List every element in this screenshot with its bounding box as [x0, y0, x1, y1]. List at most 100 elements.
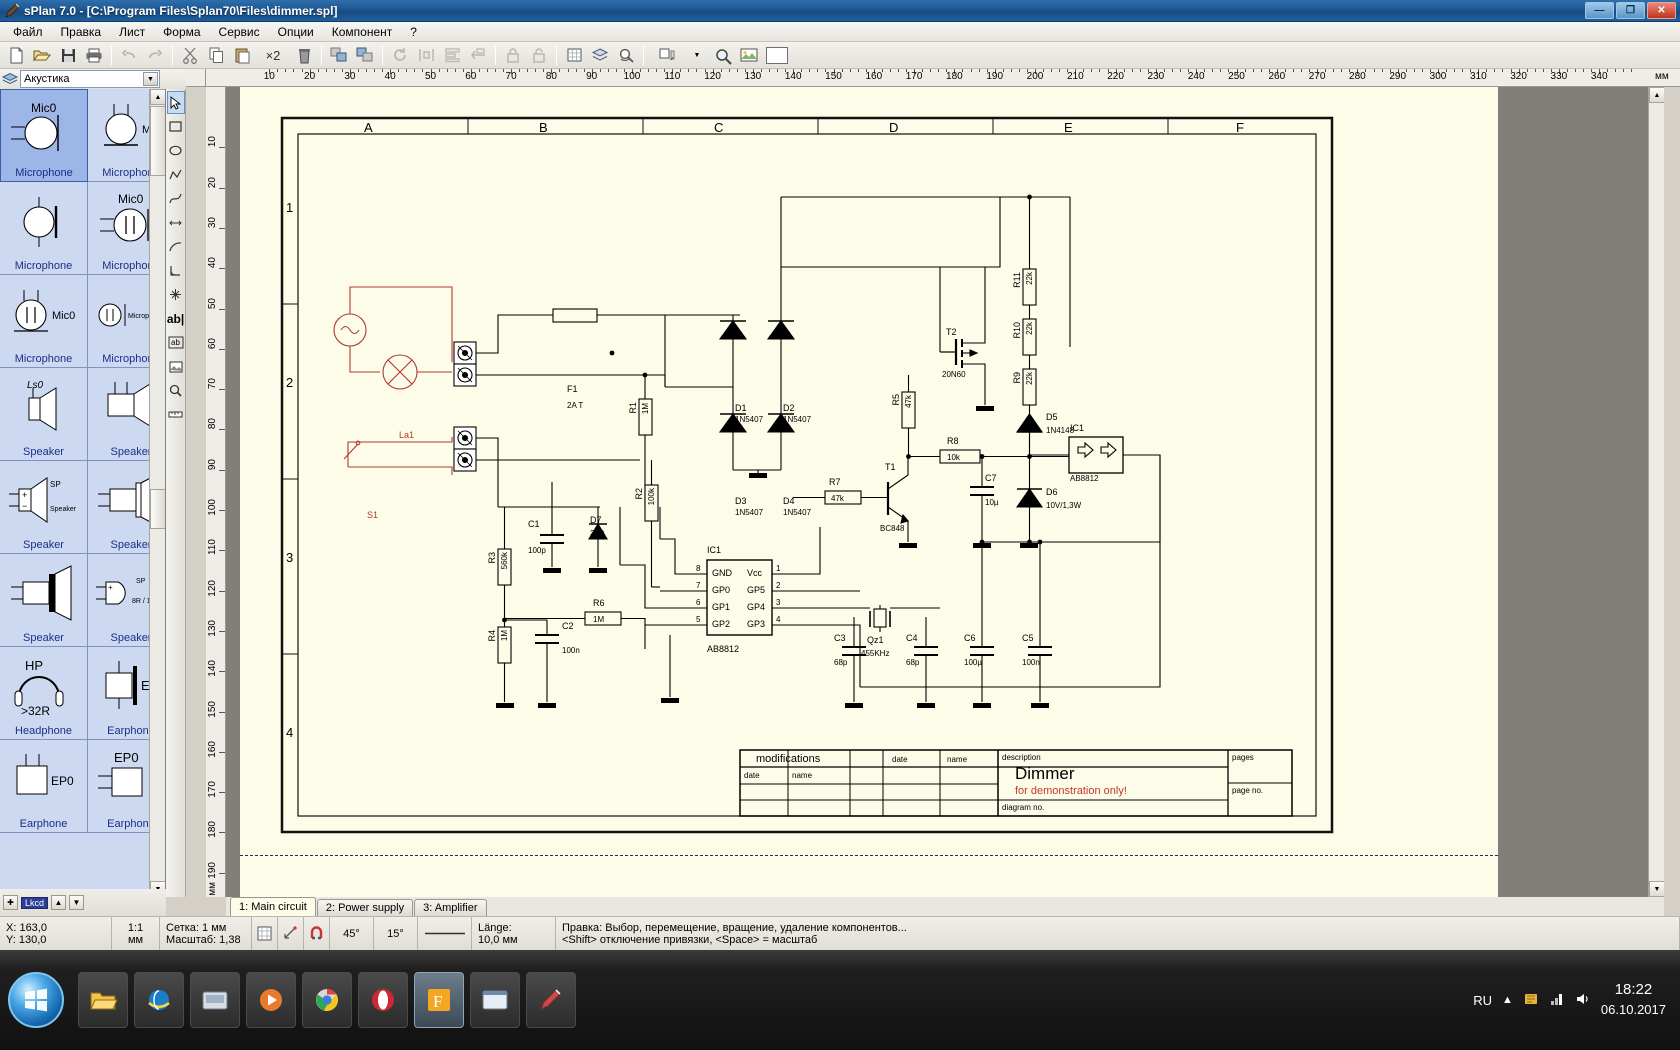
- drawing-sheet[interactable]: A B C D E F 1 2 3 4 La1 S1 F1 2A T D1 1N…: [240, 87, 1498, 897]
- ellipse-icon[interactable]: [167, 139, 185, 162]
- layer-down-icon[interactable]: ▼: [69, 895, 85, 910]
- grid-icon[interactable]: [562, 44, 586, 67]
- library-item-10[interactable]: Speaker: [0, 554, 88, 647]
- duplicate-icon[interactable]: ×2: [256, 44, 290, 67]
- maximize-button[interactable]: ❐: [1616, 2, 1645, 19]
- ruler-icon[interactable]: [167, 403, 185, 426]
- tab-amplifier[interactable]: 3: Amplifier: [414, 899, 487, 916]
- menu-item-component[interactable]: Компонент: [323, 23, 402, 41]
- menu-item-options[interactable]: Опции: [269, 23, 323, 41]
- magnet-icon[interactable]: [304, 917, 330, 950]
- lock-icon[interactable]: [501, 44, 525, 67]
- group-icon[interactable]: [327, 44, 351, 67]
- save-icon[interactable]: [56, 44, 80, 67]
- clock-display[interactable]: 18:22 06.10.2017: [1601, 980, 1666, 1020]
- open-icon[interactable]: [30, 44, 54, 67]
- library-item-2[interactable]: Microphone: [0, 182, 88, 275]
- color-picker-icon[interactable]: [649, 44, 683, 67]
- library-item-6[interactable]: Ls0 Speaker: [0, 368, 88, 461]
- horizontal-ruler[interactable]: 10 20 30 40 50 60 70 80 90 100 110 120 130 140 150 160 1…: [206, 69, 1680, 87]
- text-icon[interactable]: ab|: [167, 307, 185, 330]
- chrome-icon[interactable]: [302, 972, 352, 1028]
- special-icon[interactable]: [167, 283, 185, 306]
- tab-power-supply[interactable]: 2: Power supply: [316, 899, 414, 916]
- scroll-up-icon[interactable]: ▲: [150, 89, 165, 105]
- cut-icon[interactable]: [178, 44, 202, 67]
- splan-icon[interactable]: F: [414, 972, 464, 1028]
- opera-icon[interactable]: [358, 972, 408, 1028]
- grid-scale-display[interactable]: Сетка: 1 мм Масштаб: 1,38: [160, 917, 252, 950]
- align-icon[interactable]: [440, 44, 464, 67]
- flag-icon[interactable]: [1523, 991, 1539, 1010]
- unlock-icon[interactable]: [527, 44, 551, 67]
- canvas-vertical-scrollbar[interactable]: ▲ ▼: [1648, 87, 1664, 897]
- zoom-icon[interactable]: [711, 44, 735, 67]
- chevron-down-icon[interactable]: ▼: [685, 44, 709, 67]
- library-item-0[interactable]: Mic0 Microphone: [0, 89, 88, 182]
- tab-main-circuit[interactable]: 1: Main circuit: [230, 897, 316, 916]
- angle-15-display[interactable]: 15°: [374, 917, 418, 950]
- layer-badge[interactable]: Lkcd: [21, 896, 49, 909]
- rect-icon[interactable]: [167, 115, 185, 138]
- scale-ratio-display[interactable]: 1:1 мм: [112, 917, 160, 950]
- arc-icon[interactable]: [167, 235, 185, 258]
- layer-up-icon[interactable]: ▲: [51, 895, 67, 910]
- image-icon[interactable]: [167, 355, 185, 378]
- current-color-swatch[interactable]: [766, 46, 788, 64]
- language-indicator[interactable]: RU: [1473, 993, 1492, 1008]
- find-icon[interactable]: [614, 44, 638, 67]
- library-item-8[interactable]: + − SP Speaker Speaker: [0, 461, 88, 554]
- media-player-icon[interactable]: [246, 972, 296, 1028]
- start-button[interactable]: [8, 972, 64, 1028]
- volume-icon[interactable]: [1575, 991, 1591, 1010]
- library-combo[interactable]: Акустика ▼: [20, 70, 160, 88]
- library-scrollbar[interactable]: ▲ ▼: [149, 89, 165, 897]
- scrollbar-thumb[interactable]: [150, 106, 165, 176]
- title-block[interactable]: modifications date name date name descri…: [739, 749, 1293, 817]
- library-icon[interactable]: [0, 71, 20, 88]
- line-style-display[interactable]: [418, 917, 472, 950]
- scrollbar-grip[interactable]: [150, 489, 165, 529]
- add-layer-icon[interactable]: ✚: [3, 895, 18, 910]
- magnifier-icon[interactable]: [167, 379, 185, 402]
- copy-icon[interactable]: [204, 44, 228, 67]
- close-button[interactable]: ✕: [1647, 2, 1676, 19]
- angle-45-display[interactable]: 45°: [330, 917, 374, 950]
- undo-icon[interactable]: [117, 44, 141, 67]
- network-icon[interactable]: [1549, 991, 1565, 1010]
- paint-icon[interactable]: [526, 972, 576, 1028]
- redo-icon[interactable]: [143, 44, 167, 67]
- paste-icon[interactable]: [230, 44, 254, 67]
- menu-item-help[interactable]: ?: [401, 23, 426, 41]
- schematic-canvas[interactable]: A B C D E F 1 2 3 4 La1 S1 F1 2A T D1 1N…: [226, 87, 1664, 897]
- menu-item-service[interactable]: Сервис: [210, 23, 269, 41]
- library-item-4[interactable]: Mic0 Microphone: [0, 275, 88, 368]
- vertical-ruler[interactable]: 10 20 30 40 50 60 70 80 90 100 110 120 130 140 150 160 1…: [206, 87, 226, 897]
- polyline-icon[interactable]: [167, 163, 185, 186]
- menu-item-edit[interactable]: Правка: [52, 23, 111, 41]
- ie-icon[interactable]: [134, 972, 184, 1028]
- select-arrow-icon[interactable]: [166, 91, 185, 114]
- menu-item-sheet[interactable]: Лист: [110, 23, 154, 41]
- layers-icon[interactable]: [588, 44, 612, 67]
- grid-toggle-icon[interactable]: [252, 917, 278, 950]
- explorer-icon[interactable]: [78, 972, 128, 1028]
- delete-icon[interactable]: [292, 44, 316, 67]
- snap-toggle-icon[interactable]: [278, 917, 304, 950]
- ungroup-icon[interactable]: [353, 44, 377, 67]
- print-icon[interactable]: [82, 44, 106, 67]
- chevron-down-icon[interactable]: ▼: [143, 72, 158, 86]
- library-item-14[interactable]: EP0 Earphone: [0, 740, 88, 833]
- scroll-up-icon[interactable]: ▲: [1649, 87, 1664, 103]
- menu-item-form[interactable]: Форма: [154, 23, 209, 41]
- minimize-button[interactable]: —: [1585, 2, 1614, 19]
- window-icon[interactable]: [470, 972, 520, 1028]
- folder-icon[interactable]: [190, 972, 240, 1028]
- mirror-icon[interactable]: [414, 44, 438, 67]
- component-library-panel[interactable]: Mic0 Microphone Mic0: [0, 89, 166, 897]
- image-icon[interactable]: [737, 44, 761, 67]
- scroll-down-icon[interactable]: ▼: [1649, 881, 1664, 897]
- bezier-icon[interactable]: [167, 187, 185, 210]
- library-item-12[interactable]: HP >32R Headphone: [0, 647, 88, 740]
- angle-icon[interactable]: [167, 259, 185, 282]
